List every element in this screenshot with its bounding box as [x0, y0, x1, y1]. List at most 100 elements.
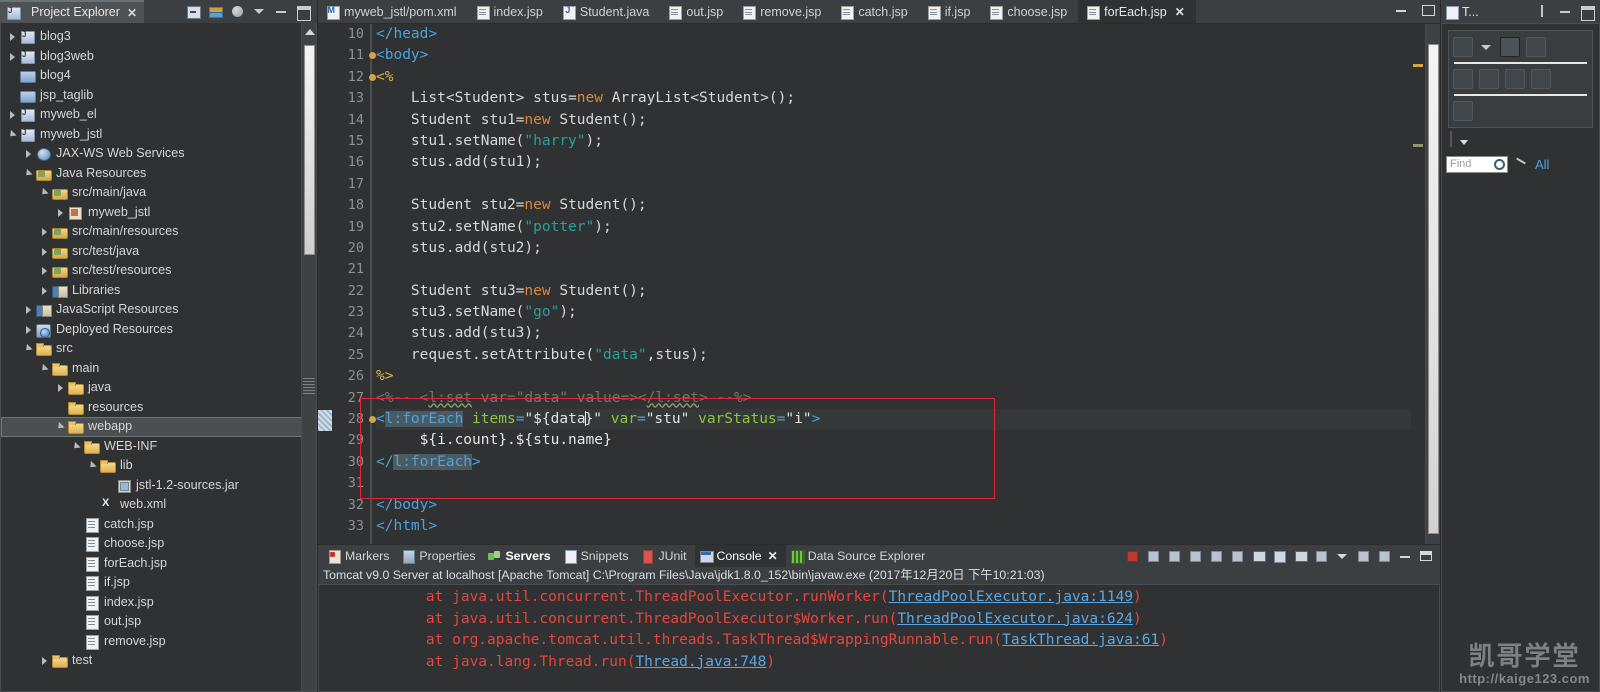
search-icon[interactable]: [1494, 159, 1505, 170]
tree-item-web-inf[interactable]: WEB-INF: [1, 437, 316, 457]
tree-item-jax-ws-web-services[interactable]: JAX-WS Web Services: [1, 144, 316, 164]
tree-item-src[interactable]: src: [1, 339, 316, 359]
expand-arrow-icon[interactable]: [39, 187, 50, 198]
code-line[interactable]: Student stu2=new Student();: [376, 195, 1440, 216]
show-console-icon[interactable]: [1314, 549, 1329, 564]
code-line[interactable]: <l:forEach items="${data}" var="stu" var…: [376, 409, 1440, 431]
expand-arrow-icon[interactable]: [23, 168, 34, 179]
stacktrace-link[interactable]: TaskThread.java:61: [1002, 632, 1159, 648]
expand-arrow-icon[interactable]: [55, 382, 66, 393]
maximize-icon[interactable]: [296, 4, 311, 21]
expand-arrow-icon[interactable]: [23, 304, 34, 315]
tree-item-test[interactable]: test: [1, 651, 316, 671]
collapse-icon[interactable]: [1531, 69, 1551, 89]
tree-item-blog3[interactable]: blog3: [1, 27, 316, 47]
chevron-down-icon[interactable]: [1335, 549, 1350, 564]
console-tab-markers[interactable]: Markers: [323, 545, 397, 567]
code-editor[interactable]: 10 11 12 13 14 15 16 17 18 19 20 21 22 23 24 25 26 27 28 29…: [318, 23, 1440, 544]
maximize-icon[interactable]: [1419, 549, 1434, 564]
tree-item-lib[interactable]: lib: [1, 456, 316, 476]
editor-tab-student-java[interactable]: Student.java: [554, 0, 661, 23]
code-line[interactable]: stu3.setName("go");: [376, 302, 1440, 323]
tree-item-myweb-el[interactable]: myweb_el: [1, 105, 316, 125]
editor-overview-ruler[interactable]: [1411, 24, 1425, 544]
expand-arrow-icon[interactable]: [7, 31, 18, 42]
editor-tab-index-jsp[interactable]: index.jsp: [468, 0, 554, 23]
filter-icon[interactable]: [1526, 37, 1546, 57]
minimize-icon[interactable]: [1558, 4, 1573, 19]
expand-arrow-icon[interactable]: [23, 343, 34, 354]
find-input[interactable]: Find: [1446, 156, 1508, 173]
editor-tab-out-jsp[interactable]: out.jsp: [660, 0, 734, 23]
tree-item-src-main-resources[interactable]: src/main/resources: [1, 222, 316, 242]
code-line[interactable]: [376, 174, 1440, 195]
expand-arrow-icon[interactable]: [55, 207, 66, 218]
console-tab-snippets[interactable]: Snippets: [559, 545, 637, 567]
expand-arrow-icon[interactable]: [87, 460, 98, 471]
chevron-down-icon[interactable]: [252, 4, 267, 19]
code-line[interactable]: </l:forEach>: [376, 452, 1440, 473]
remove-all-launches-icon[interactable]: [1167, 549, 1182, 564]
expand-arrow-icon[interactable]: [23, 324, 34, 335]
console-tab-console[interactable]: Console ✕: [694, 545, 786, 567]
project-tree-container[interactable]: blog3 blog3web blog4 jsp_taglib myweb_elmywe…: [0, 23, 317, 692]
console-output[interactable]: at java.util.concurrent.ThreadPoolExecut…: [318, 584, 1440, 692]
code-line[interactable]: List<Student> stus=new ArrayList<Student…: [376, 88, 1440, 109]
code-line[interactable]: ${i.count}.${stu.name}: [376, 430, 1440, 451]
code-line[interactable]: %>: [376, 366, 1440, 387]
tree-item-remove-jsp[interactable]: remove.jsp: [1, 632, 316, 652]
view-menu-icon[interactable]: [230, 4, 245, 19]
terminate-icon[interactable]: [1125, 549, 1140, 564]
find-scope-all-label[interactable]: All: [1535, 157, 1549, 172]
tree-item-choose-jsp[interactable]: choose.jsp: [1, 534, 316, 554]
tree-item-resources[interactable]: resources: [1, 398, 316, 418]
minimize-icon[interactable]: [1394, 4, 1408, 16]
expand-arrow-icon[interactable]: [39, 265, 50, 276]
code-line[interactable]: </html>: [376, 516, 1440, 537]
code-line[interactable]: <%-- <l:set var="data" value=></l:set> -…: [376, 388, 1440, 409]
expand-arrow-icon[interactable]: [39, 246, 50, 257]
tree-item-catch-jsp[interactable]: catch.jsp: [1, 515, 316, 535]
tree-item-blog4[interactable]: blog4: [1, 66, 316, 86]
expand-arrow-icon[interactable]: [39, 285, 50, 296]
stacktrace-link[interactable]: Thread.java:748: [635, 654, 766, 670]
editor-tab-foreach-jsp[interactable]: forEach.jsp ✕: [1078, 0, 1196, 23]
pin-console-icon[interactable]: [1230, 549, 1245, 564]
console-tab-junit[interactable]: JUnit: [636, 545, 694, 567]
new-console-icon[interactable]: [1356, 549, 1371, 564]
tab-project-explorer[interactable]: Project Explorer ✕: [0, 0, 144, 23]
code-line[interactable]: stus.add(stu3);: [376, 323, 1440, 344]
explorer-scrollbar[interactable]: [301, 23, 316, 691]
editor-tab-catch-jsp[interactable]: catch.jsp: [832, 0, 918, 23]
expand-arrow-icon[interactable]: [55, 421, 66, 432]
tree-item-web-xml[interactable]: web.xml: [1, 495, 316, 515]
console-tab-properties[interactable]: Properties: [397, 545, 483, 567]
tree-item-java[interactable]: java: [1, 378, 316, 398]
code-line[interactable]: [376, 259, 1440, 280]
clear-console-icon[interactable]: [1272, 549, 1287, 564]
remove-launch-icon[interactable]: [1146, 549, 1161, 564]
expand-arrow-icon[interactable]: [39, 655, 50, 666]
editor-tab-myweb-jstl-pom-xml[interactable]: myweb_jstl/pom.xml: [318, 0, 468, 23]
display-selected-console-icon[interactable]: [1209, 549, 1224, 564]
hierarchy-icon[interactable]: [1500, 37, 1520, 57]
view-menu-icon[interactable]: [1377, 549, 1392, 564]
code-line[interactable]: Student stu3=new Student();: [376, 281, 1440, 302]
tree-item-jsp-taglib[interactable]: jsp_taglib: [1, 86, 316, 106]
editor-tab-if-jsp[interactable]: if.jsp: [919, 0, 982, 23]
outline-menu-caret-icon[interactable]: [1450, 131, 1452, 147]
word-wrap-icon[interactable]: [1293, 549, 1308, 564]
code-line[interactable]: <%: [376, 67, 1440, 88]
code-line[interactable]: </head>: [376, 24, 1440, 45]
tab-outline[interactable]: T...: [1445, 5, 1479, 20]
open-console-icon[interactable]: [1188, 549, 1203, 564]
close-icon[interactable]: ✕: [127, 6, 137, 20]
tree-item-jstl-1-2-sources-jar[interactable]: jstl-1.2-sources.jar: [1, 476, 316, 496]
expand-arrow-icon[interactable]: [7, 51, 18, 62]
tree-item-src-test-java[interactable]: src/test/java: [1, 242, 316, 262]
editor-tab-choose-jsp[interactable]: choose.jsp: [981, 0, 1078, 23]
stacktrace-link[interactable]: ThreadPoolExecutor.java:624: [897, 611, 1133, 627]
tree-item-if-jsp[interactable]: if.jsp: [1, 573, 316, 593]
hide-fields-icon[interactable]: [1479, 69, 1499, 89]
scroll-lock-icon[interactable]: [1251, 549, 1266, 564]
